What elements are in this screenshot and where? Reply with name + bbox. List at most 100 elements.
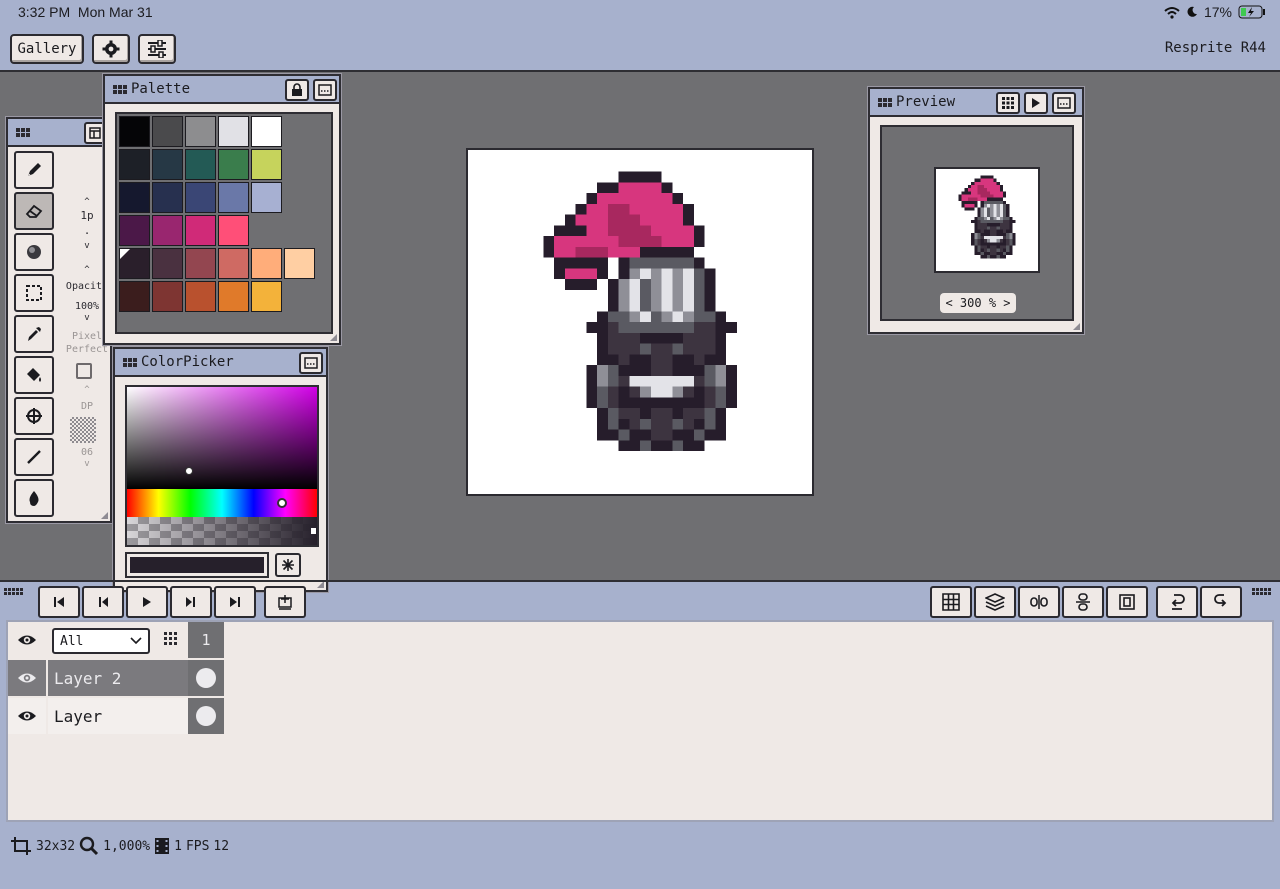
layer-frame-cell[interactable] bbox=[188, 698, 224, 734]
palette-lock-button[interactable] bbox=[285, 79, 309, 101]
palette-swatch[interactable] bbox=[152, 149, 183, 180]
drawing-canvas[interactable] bbox=[466, 148, 814, 496]
palette-swatch[interactable] bbox=[152, 182, 183, 213]
drag-grip-icon[interactable] bbox=[4, 588, 23, 595]
palette-swatch[interactable] bbox=[152, 281, 183, 312]
palette-swatch[interactable] bbox=[251, 182, 282, 213]
fill-tool-button[interactable] bbox=[14, 356, 54, 394]
resize-handle[interactable] bbox=[330, 334, 337, 341]
drag-grip-icon[interactable] bbox=[878, 97, 892, 107]
alpha-slider[interactable] bbox=[127, 517, 317, 545]
film-strip-icon bbox=[155, 838, 170, 854]
palette-swatch[interactable] bbox=[218, 149, 249, 180]
layers-button[interactable] bbox=[974, 586, 1016, 618]
gallery-button[interactable]: Gallery bbox=[10, 34, 84, 64]
palette-swatch[interactable] bbox=[119, 215, 150, 246]
line-tool-button[interactable] bbox=[14, 438, 54, 476]
undo-button[interactable] bbox=[1156, 586, 1198, 618]
adjustments-button[interactable] bbox=[138, 34, 176, 64]
palette-swatch[interactable] bbox=[185, 281, 216, 312]
dither-pattern-preview[interactable] bbox=[70, 417, 96, 443]
hue-cursor[interactable] bbox=[277, 498, 287, 508]
dp-up-arrow[interactable]: ^ bbox=[64, 385, 110, 395]
dp-down-arrow[interactable]: v bbox=[64, 459, 110, 469]
resize-handle[interactable] bbox=[1073, 323, 1080, 330]
preview-play-button[interactable] bbox=[1024, 92, 1048, 114]
resize-handle[interactable] bbox=[101, 512, 108, 519]
dither-tool-button[interactable] bbox=[14, 479, 54, 517]
first-frame-button[interactable] bbox=[38, 586, 80, 618]
visibility-all-toggle[interactable] bbox=[8, 622, 46, 658]
palette-swatch[interactable] bbox=[218, 248, 249, 279]
settings-button[interactable] bbox=[92, 34, 130, 64]
next-frame-button[interactable] bbox=[170, 586, 212, 618]
color-options-button[interactable] bbox=[275, 553, 301, 577]
layer-visibility-toggle[interactable] bbox=[8, 698, 46, 734]
color-picker-collapse-button[interactable] bbox=[299, 352, 323, 374]
drag-grip-icon[interactable] bbox=[16, 127, 30, 137]
preview-viewport[interactable]: < 300 % > bbox=[880, 125, 1074, 321]
layer-visibility-toggle[interactable] bbox=[8, 660, 46, 696]
preview-collapse-button[interactable] bbox=[1052, 92, 1076, 114]
drag-grip-icon[interactable] bbox=[164, 632, 177, 645]
eyedropper-tool-button[interactable] bbox=[14, 315, 54, 353]
layer-row[interactable]: Layer bbox=[8, 698, 224, 734]
palette-collapse-button[interactable] bbox=[313, 79, 337, 101]
sv-cursor[interactable] bbox=[185, 467, 193, 475]
palette-swatch[interactable] bbox=[152, 215, 183, 246]
hue-slider[interactable] bbox=[127, 489, 317, 517]
palette-swatch[interactable] bbox=[251, 149, 282, 180]
sprite-pixel bbox=[977, 220, 981, 224]
palette-swatch[interactable] bbox=[152, 248, 183, 279]
palette-swatch[interactable] bbox=[119, 248, 150, 279]
palette-swatch[interactable] bbox=[185, 248, 216, 279]
palette-swatch[interactable] bbox=[152, 116, 183, 147]
layer-row[interactable]: Layer 2 bbox=[8, 660, 224, 696]
eraser-tool-button[interactable] bbox=[14, 192, 54, 230]
pencil-tool-button[interactable] bbox=[14, 151, 54, 189]
last-frame-button[interactable] bbox=[214, 586, 256, 618]
mirror-vertical-button[interactable] bbox=[1062, 586, 1104, 618]
palette-swatch[interactable] bbox=[185, 116, 216, 147]
canvas-frame-button[interactable] bbox=[1106, 586, 1148, 618]
palette-swatch[interactable] bbox=[251, 248, 282, 279]
saturation-value-picker[interactable] bbox=[127, 387, 317, 489]
palette-swatch[interactable] bbox=[119, 149, 150, 180]
palette-swatch[interactable] bbox=[284, 248, 315, 279]
previous-frame-button[interactable] bbox=[82, 586, 124, 618]
color-picker-titlebar[interactable]: ColorPicker bbox=[115, 349, 326, 377]
redo-button[interactable] bbox=[1200, 586, 1242, 618]
layer-filter-dropdown[interactable]: All bbox=[52, 628, 150, 654]
palette-swatch[interactable] bbox=[251, 281, 282, 312]
palette-swatch[interactable] bbox=[119, 281, 150, 312]
grid-toggle-button[interactable] bbox=[930, 586, 972, 618]
move-tool-button[interactable] bbox=[14, 397, 54, 435]
palette-swatch[interactable] bbox=[119, 182, 150, 213]
select-tool-button[interactable] bbox=[14, 274, 54, 312]
palette-swatch[interactable] bbox=[185, 182, 216, 213]
palette-swatch[interactable] bbox=[218, 215, 249, 246]
drag-grip-icon[interactable] bbox=[1252, 588, 1271, 595]
palette-swatch[interactable] bbox=[218, 281, 249, 312]
layer-frame-cell[interactable] bbox=[188, 660, 224, 696]
mirror-horizontal-button[interactable] bbox=[1018, 586, 1060, 618]
alpha-cursor[interactable] bbox=[311, 528, 316, 534]
palette-swatch[interactable] bbox=[185, 215, 216, 246]
palette-swatch[interactable] bbox=[119, 116, 150, 147]
current-color-field[interactable] bbox=[125, 552, 269, 578]
palette-swatch[interactable] bbox=[218, 116, 249, 147]
sprite-pixel bbox=[704, 386, 716, 398]
preview-zoom-control[interactable]: < 300 % > bbox=[940, 293, 1016, 313]
preview-grid-button[interactable] bbox=[996, 92, 1020, 114]
add-frame-button[interactable] bbox=[264, 586, 306, 618]
play-button[interactable] bbox=[126, 586, 168, 618]
palette-swatch[interactable] bbox=[218, 182, 249, 213]
palette-swatch[interactable] bbox=[185, 149, 216, 180]
pixel-perfect-checkbox[interactable] bbox=[76, 363, 92, 379]
drag-grip-icon[interactable] bbox=[123, 357, 137, 367]
palette-swatch[interactable] bbox=[251, 116, 282, 147]
frame-number-cell[interactable]: 1 bbox=[188, 622, 224, 658]
drag-grip-icon[interactable] bbox=[113, 84, 127, 94]
shade-tool-button[interactable] bbox=[14, 233, 54, 271]
preview-titlebar[interactable]: Preview bbox=[870, 89, 1082, 117]
